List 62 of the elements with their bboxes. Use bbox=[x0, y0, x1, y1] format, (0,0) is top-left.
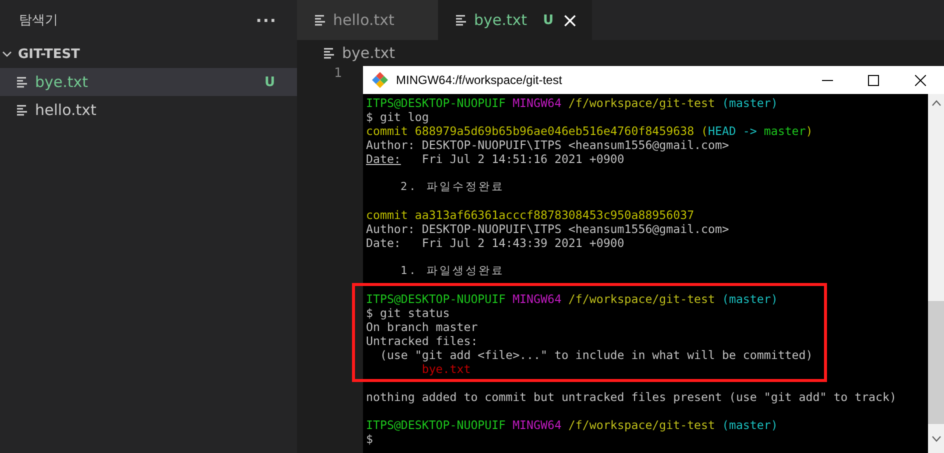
terminal-text: $ git status bbox=[366, 306, 450, 320]
tab-label: bye.txt bbox=[474, 11, 528, 29]
file-lines-icon bbox=[17, 104, 28, 116]
terminal-text: $ git log bbox=[366, 110, 429, 124]
terminal-text: Fri Jul 2 14:51:16 2021 +0900 bbox=[420, 152, 624, 166]
terminal-text: HEAD -> bbox=[708, 124, 758, 138]
scrollbar-thumb[interactable] bbox=[928, 301, 944, 424]
git-status-label: U bbox=[264, 74, 275, 90]
terminal-text: Author: DESKTOP-NUOPUIF\ITPS <heansum1556@gmail.com> bbox=[366, 138, 729, 152]
terminal-text: ) bbox=[806, 124, 813, 138]
terminal-text: Untracked files: bbox=[366, 334, 478, 348]
scroll-down-icon bbox=[932, 436, 940, 442]
close-icon bbox=[914, 74, 926, 86]
more-actions-button[interactable]: ··· bbox=[256, 10, 277, 30]
breadcrumb-item[interactable]: bye.txt bbox=[342, 44, 396, 62]
close-tab-button[interactable]: × bbox=[562, 8, 578, 32]
terminal-text: /f/workspace/git-test bbox=[568, 96, 716, 110]
terminal-text: Author: DESKTOP-NUOPUIF\ITPS <heansum1556@gmail.com> bbox=[366, 222, 729, 236]
terminal-text: ITPS@DESKTOP-NUOPUIF bbox=[366, 418, 506, 432]
editor-tab[interactable]: bye.txt U × bbox=[438, 0, 592, 40]
terminal-text: /f/workspace/git-test bbox=[568, 418, 716, 432]
terminal-text: (use "git add <file>..." to include in what will be committed) bbox=[378, 348, 813, 362]
terminal-text: MINGW64 bbox=[512, 96, 562, 110]
tab-label: hello.txt bbox=[333, 11, 394, 29]
explorer-title: 탐색기 bbox=[19, 12, 58, 29]
terminal-text: MINGW64 bbox=[512, 292, 562, 306]
file-lines-icon bbox=[456, 14, 467, 26]
terminal-text: /f/workspace/git-test bbox=[568, 292, 716, 306]
window-title: MINGW64:/f/workspace/git-test bbox=[396, 73, 564, 87]
terminal-text: Date: Fri Jul 2 14:43:39 2021 +0900 bbox=[366, 236, 624, 250]
git-status-label: U bbox=[543, 12, 554, 28]
folder-header[interactable]: GIT-TEST bbox=[0, 40, 297, 68]
file-lines-icon bbox=[17, 76, 28, 88]
scroll-up-icon bbox=[932, 100, 940, 106]
file-lines-icon bbox=[315, 14, 326, 26]
file-lines-icon bbox=[324, 48, 335, 58]
maximize-icon bbox=[868, 74, 878, 86]
scrollbar[interactable] bbox=[928, 94, 944, 453]
line-number: 1 bbox=[334, 66, 342, 81]
chevron-icon bbox=[2, 49, 12, 59]
file-name: hello.txt bbox=[35, 101, 98, 119]
file-item[interactable]: hello.txt bbox=[0, 96, 297, 124]
terminal-text: 1. 파일생성완료 bbox=[399, 264, 504, 278]
terminal-text: On branch master bbox=[366, 320, 478, 334]
terminal-text: Date: bbox=[366, 152, 401, 166]
terminal-text: master bbox=[764, 124, 806, 138]
diamond-logo-icon bbox=[372, 72, 388, 88]
terminal-text: ITPS@DESKTOP-NUOPUIF bbox=[366, 96, 506, 110]
terminal-text: (master) bbox=[722, 292, 778, 306]
terminal-text: (master) bbox=[722, 96, 778, 110]
terminal-text: nothing added to commit but untracked files present (use "git add" to track) bbox=[366, 390, 896, 404]
file-name: bye.txt bbox=[35, 73, 90, 91]
terminal-text: bye.txt bbox=[420, 362, 471, 376]
file-item[interactable]: bye.txt U bbox=[0, 68, 297, 96]
terminal-text: MINGW64 bbox=[512, 418, 562, 432]
terminal-text: $ bbox=[366, 432, 373, 446]
terminal-text: commit 688979a5d69b65b96ae046eb516e4760f8459638 ( bbox=[366, 124, 708, 138]
terminal-text: (master) bbox=[722, 418, 778, 432]
terminal-text: commit aa313af66361acccf8878308453c950a88956037 bbox=[366, 208, 694, 222]
terminal-text: 2. 파일수정완료 bbox=[399, 180, 504, 194]
terminal-text: ITPS@DESKTOP-NUOPUIF bbox=[366, 292, 506, 306]
editor-tab[interactable]: hello.txt bbox=[297, 0, 438, 40]
